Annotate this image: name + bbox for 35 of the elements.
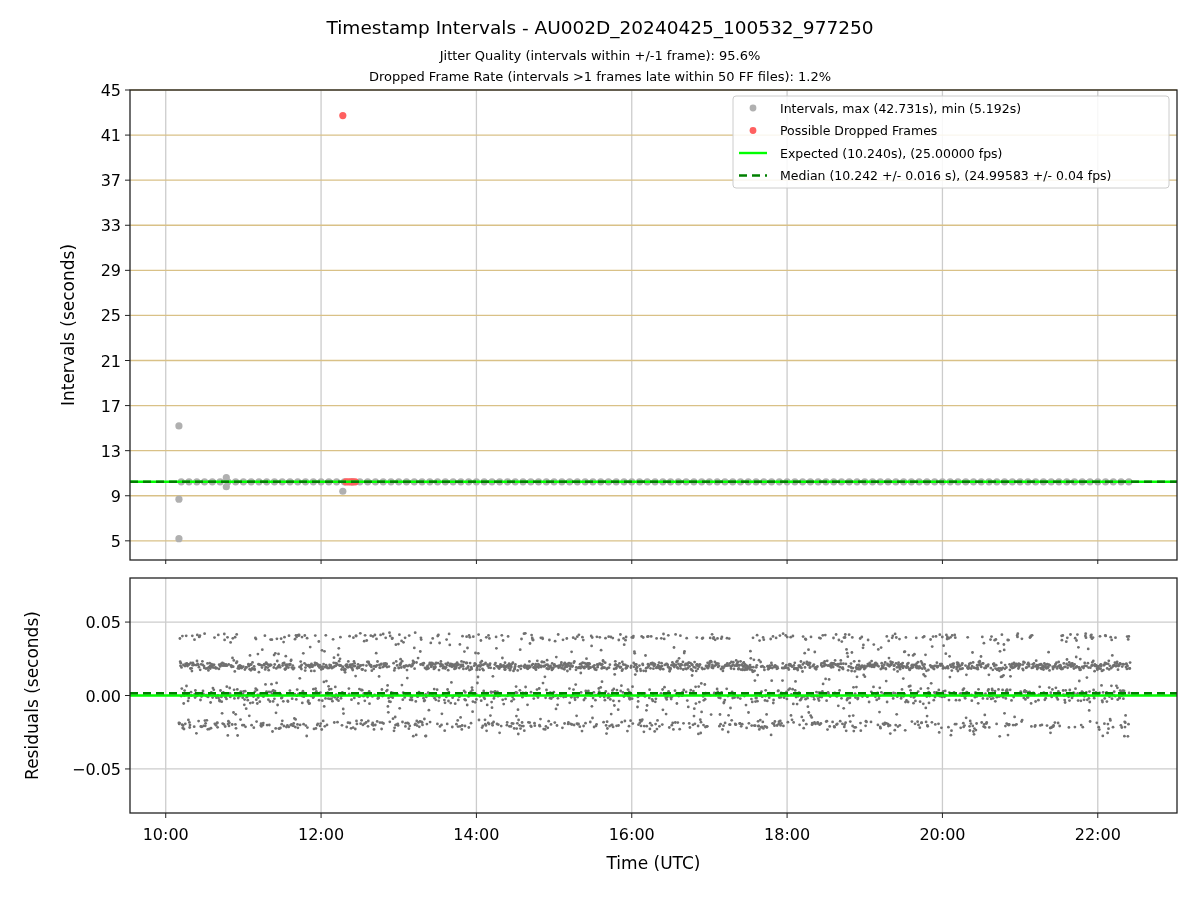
y-tick-label: 5 (110, 531, 121, 551)
chart-subtitle: Dropped Frame Rate (intervals >1 frames late within 50 FF files): 1.2% (368, 68, 832, 86)
chart-subtitle: Jitter Quality (intervals within +/-1 frame): 95.6% (439, 47, 761, 65)
y-axis-label: Intervals (seconds) (58, 243, 78, 407)
legend-marker-icon (739, 174, 767, 177)
legend-marker-icon (749, 127, 757, 134)
y-tick-label: 41 (100, 126, 121, 146)
y-tick-label: 0.05 (85, 613, 121, 633)
legend-label: Possible Dropped Frames (780, 123, 938, 138)
x-tick-label: 16:00 (608, 825, 655, 844)
y-tick-label: 17 (100, 396, 121, 416)
legend-marker-icon (749, 104, 757, 112)
y-tick-label: 21 (100, 351, 121, 371)
x-tick-label: 12:00 (298, 825, 345, 844)
legend-label: Expected (10.240s), (25.00000 fps) (780, 145, 1003, 161)
x-tick-label: 22:00 (1074, 825, 1121, 844)
y-tick-label: 29 (100, 261, 121, 281)
x-tick-label: 18:00 (764, 825, 811, 844)
y-tick-label: 9 (110, 486, 121, 506)
y-tick-label: 33 (100, 216, 121, 236)
chart-title: Timestamp Intervals - AU002D_20240425_100532_977250 (326, 16, 874, 40)
y-tick-label: 25 (100, 306, 121, 326)
y-tick-label: 13 (100, 441, 121, 461)
x-tick-label: 14:00 (453, 825, 500, 844)
x-tick-label: 20:00 (919, 825, 966, 844)
x-axis-label: Time (UTC) (606, 853, 701, 873)
y-tick-label: −0.05 (71, 759, 121, 779)
legend-label: Intervals, max (42.731s), min (5.192s) (780, 100, 1022, 116)
legend-label: Median (10.242 +/- 0.016 s), (24.99583 +/- 0.04 fps) (780, 168, 1112, 183)
y-tick-label: 45 (100, 81, 121, 100)
legend-marker-icon (739, 151, 767, 155)
y-axis-label: Residuals (seconds) (22, 611, 42, 780)
y-tick-label: 37 (100, 171, 121, 191)
x-tick-label: 10:00 (142, 825, 189, 844)
y-tick-label: 0.00 (85, 686, 121, 706)
